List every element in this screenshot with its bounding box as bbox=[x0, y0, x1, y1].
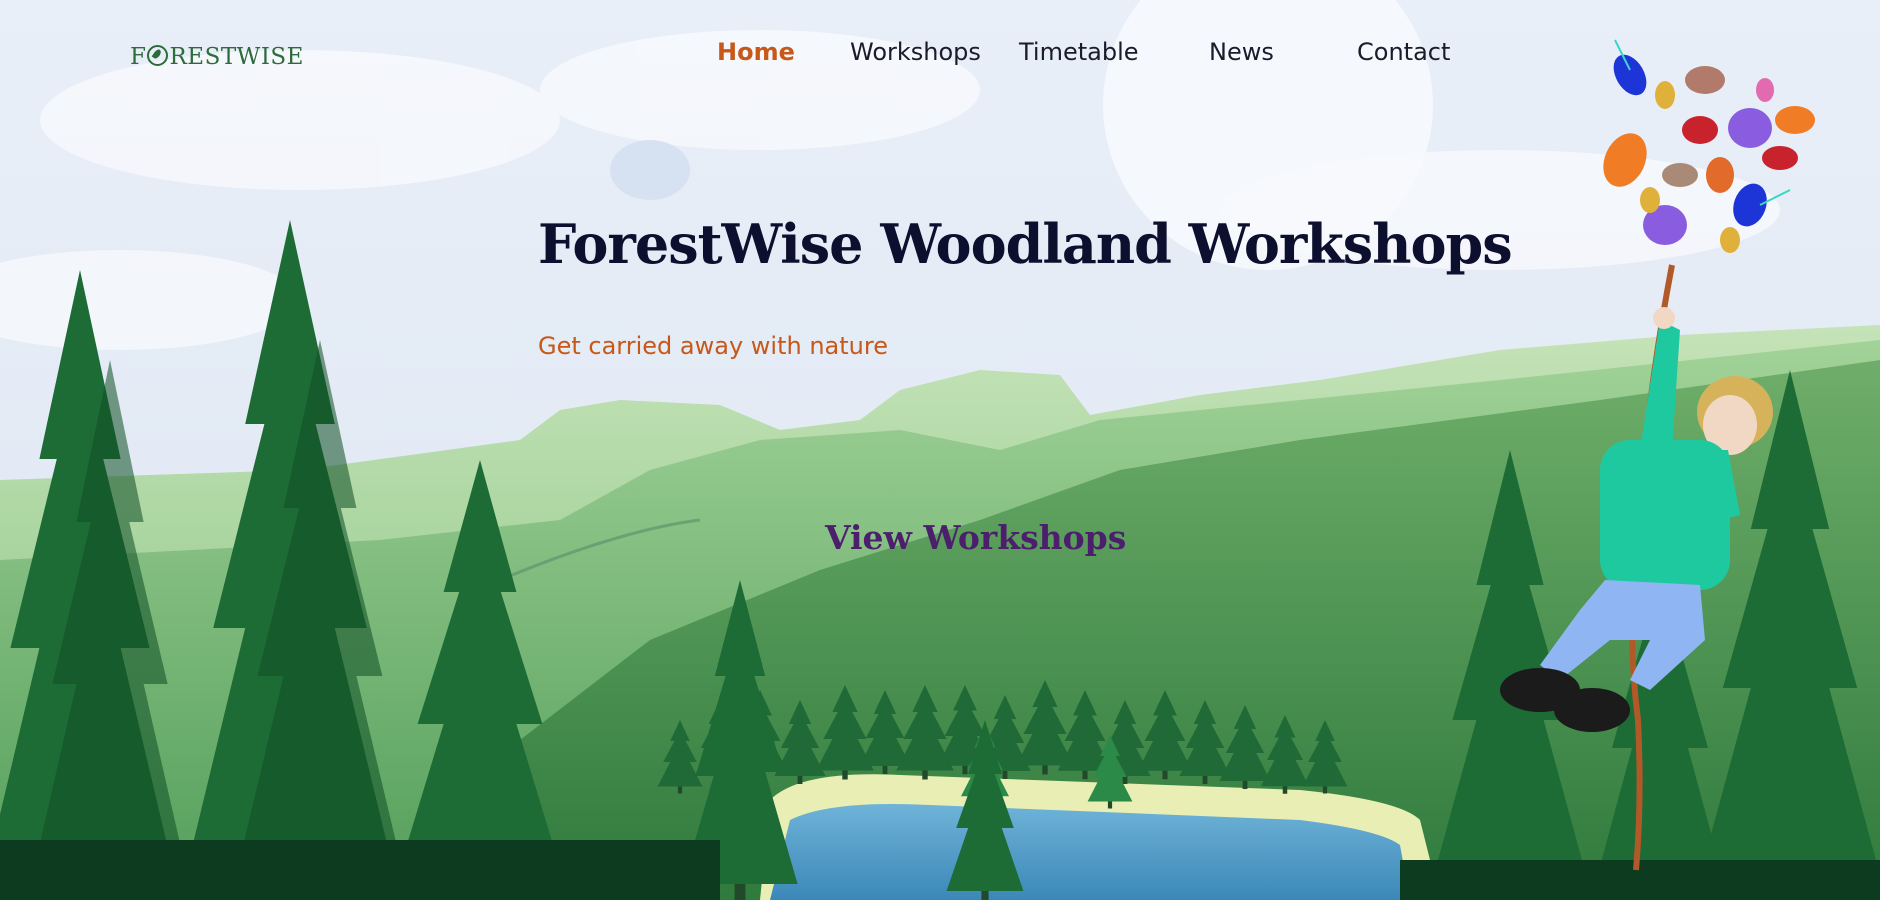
view-workshops-button[interactable]: View Workshops bbox=[825, 518, 1126, 557]
nav-contact[interactable]: Contact bbox=[1357, 38, 1450, 66]
hero-illustration bbox=[0, 0, 1880, 900]
hero-subtitle: Get carried away with nature bbox=[538, 332, 888, 360]
nav-timetable[interactable]: Timetable bbox=[1019, 38, 1139, 66]
main-nav: Home Workshops Timetable News Contact bbox=[0, 38, 1880, 78]
page-title: ForestWise Woodland Workshops bbox=[538, 212, 1513, 276]
nav-workshops[interactable]: Workshops bbox=[850, 38, 981, 66]
nav-home[interactable]: Home bbox=[717, 38, 795, 66]
nav-news[interactable]: News bbox=[1209, 38, 1274, 66]
